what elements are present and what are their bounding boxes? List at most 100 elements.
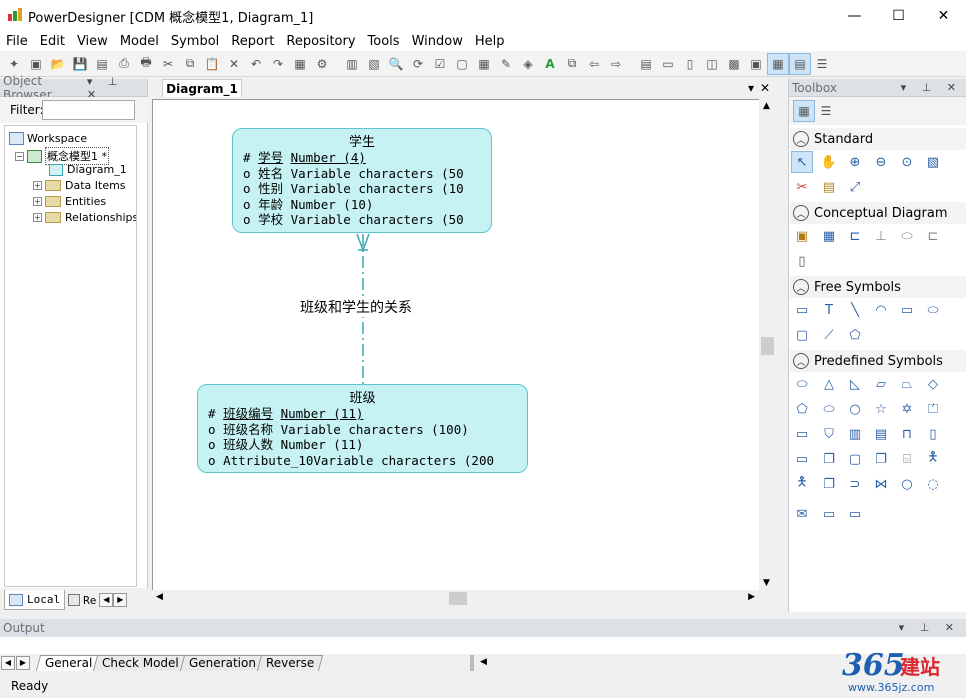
output-icon[interactable]: ▭ <box>657 53 679 75</box>
bomb-icon[interactable]: ◌ <box>922 473 944 495</box>
chevron-icon[interactable]: ⊃ <box>844 473 866 495</box>
open-icon[interactable]: 📂 <box>47 53 69 75</box>
relationship-icon[interactable]: ⊏ <box>844 225 866 247</box>
menu-edit[interactable]: Edit <box>34 34 71 49</box>
expand-icon[interactable]: + <box>33 213 42 222</box>
tab-last-icon[interactable]: ▶ <box>16 656 30 670</box>
collapse-icon[interactable]: ︿ <box>793 131 809 147</box>
collapse-icon[interactable]: − <box>15 151 24 161</box>
text-icon[interactable]: ▤ <box>789 52 811 75</box>
expand-icon[interactable]: + <box>33 181 42 190</box>
ellipse-icon[interactable]: ⬭ <box>922 299 944 321</box>
toolbox-section-predefined[interactable]: ︿ Predefined Symbols <box>790 350 966 372</box>
rounded-shape-icon[interactable]: ⬭ <box>791 373 813 395</box>
zoom-in-icon[interactable]: ⊕ <box>844 151 866 173</box>
menu-help[interactable]: Help <box>469 34 511 49</box>
pentagon-icon[interactable]: ⬠ <box>791 398 813 420</box>
title-icon[interactable]: ▭ <box>791 299 813 321</box>
card-icon[interactable]: ▭ <box>844 503 866 525</box>
forward-icon[interactable]: ⇨ <box>605 53 627 75</box>
toolbox-section-standard[interactable]: ︿ Standard <box>790 128 966 150</box>
association-link-icon[interactable]: ⊏ <box>922 225 944 247</box>
person-icon[interactable]: 🯅 <box>791 473 813 495</box>
fill-color-icon[interactable]: ◈ <box>517 53 539 75</box>
diamond-icon[interactable]: ◇ <box>922 373 944 395</box>
bowtie-icon[interactable]: ⋈ <box>870 473 892 495</box>
report-icon[interactable]: ☑ <box>429 53 451 75</box>
horizontal-scrollbar[interactable]: ◀ ▶ <box>152 590 759 607</box>
panel-controls-icon[interactable]: ▾ ⊥ ✕ <box>899 621 960 634</box>
tab-check-model[interactable]: Check Model <box>93 655 189 671</box>
scroll-right-icon[interactable]: ▶ <box>748 592 755 602</box>
shield-icon[interactable]: ⛉ <box>818 423 840 445</box>
vertical-scrollbar[interactable]: ▲ ▼ <box>759 99 776 590</box>
pointer-icon[interactable]: ↖ <box>791 151 813 173</box>
horizontal-scroll-thumb[interactable] <box>449 592 467 605</box>
find-icon[interactable]: 🔍 <box>385 53 407 75</box>
result-list-icon[interactable]: ▯ <box>679 53 701 75</box>
maximize-button[interactable]: ☐ <box>876 0 921 31</box>
undo-icon[interactable]: ↶ <box>245 53 267 75</box>
document-shape-icon[interactable]: ▯ <box>922 423 944 445</box>
trapezoid-icon[interactable]: ⏢ <box>896 373 918 395</box>
menu-repository[interactable]: Repository <box>280 34 361 49</box>
toolbox-toggle-icon[interactable]: ▦ <box>767 52 789 75</box>
tree-data-items[interactable]: + Data Items <box>33 179 126 192</box>
menu-symbol[interactable]: Symbol <box>165 34 225 49</box>
tree-diagram[interactable]: Diagram_1 <box>49 163 127 176</box>
toolbox-section-conceptual[interactable]: ︿ Conceptual Diagram <box>790 202 966 224</box>
tab-reverse[interactable]: Reverse <box>256 655 324 671</box>
tab-repository[interactable]: Re <box>65 590 99 610</box>
check-model-icon[interactable]: ⚙ <box>311 53 333 75</box>
box3d-icon[interactable]: ▭ <box>791 423 813 445</box>
save-all-icon[interactable]: ▤ <box>91 53 113 75</box>
toolbox-section-free[interactable]: ︿ Free Symbols <box>790 276 966 298</box>
star6-icon[interactable]: ✡ <box>896 398 918 420</box>
diagram-window-controls-icon[interactable]: ▾✕ <box>748 81 776 95</box>
link-icon[interactable]: ⤢ <box>844 176 866 198</box>
hexagon-icon[interactable]: ⬭ <box>818 398 840 420</box>
properties-icon[interactable]: ▦ <box>289 53 311 75</box>
splitter[interactable] <box>470 655 474 671</box>
print-icon[interactable]: 🖶 <box>135 53 157 75</box>
open-diagram-icon[interactable]: ⊙ <box>896 151 918 173</box>
menu-report[interactable]: Report <box>225 34 280 49</box>
rectangle-icon[interactable]: ▭ <box>896 299 918 321</box>
print-preview-icon[interactable]: ⎙ <box>113 53 135 75</box>
model-icon[interactable]: ▥ <box>341 53 363 75</box>
package-icon[interactable]: ▧ <box>363 53 385 75</box>
arc-icon[interactable]: ◠ <box>870 299 892 321</box>
line-color-icon[interactable]: ✎ <box>495 53 517 75</box>
entity-student[interactable]: 学生 # 学号 Number (4) o 姓名 Variable charact… <box>232 128 492 233</box>
entity-class[interactable]: 班级 # 班级编号 Number (11) o 班级名称 Variable ch… <box>197 384 528 473</box>
menu-file[interactable]: File <box>0 34 34 49</box>
grabber-icon[interactable]: ✋ <box>818 151 840 173</box>
preview-icon[interactable]: ▣ <box>745 53 767 75</box>
balloon-icon[interactable]: ○ <box>896 473 918 495</box>
back-icon[interactable]: ⇦ <box>583 53 605 75</box>
tree-relationships[interactable]: + Relationships <box>33 211 136 224</box>
stack-icon[interactable]: ❐ <box>818 448 840 470</box>
save-icon[interactable]: 💾 <box>69 53 91 75</box>
new-icon[interactable]: ✦ <box>3 53 25 75</box>
shadow-icon[interactable]: ▢ <box>451 53 473 75</box>
expand-icon[interactable]: + <box>33 197 42 206</box>
tab-generation[interactable]: Generation <box>179 655 266 671</box>
window-shape-icon[interactable]: ▤ <box>870 423 892 445</box>
polyline-icon[interactable]: ⟋ <box>818 324 840 346</box>
tab-diagram[interactable]: Diagram_1 <box>162 79 242 97</box>
envelope-icon[interactable]: ✉ <box>791 503 813 525</box>
file-icon[interactable]: ▯ <box>791 250 813 272</box>
package-icon[interactable]: ▣ <box>791 225 813 247</box>
right-triangle-icon[interactable]: ◺ <box>844 373 866 395</box>
zoom-out-icon[interactable]: ⊖ <box>870 151 892 173</box>
star-icon[interactable]: ☆ <box>870 398 892 420</box>
output-scroll-left-icon[interactable]: ◀ <box>480 657 487 667</box>
scroll-left-icon[interactable]: ◀ <box>156 592 163 602</box>
cube-icon[interactable]: ▢ <box>844 448 866 470</box>
redo-icon[interactable]: ↷ <box>267 53 289 75</box>
tab-shape-icon[interactable]: ⏍ <box>922 398 944 420</box>
tab-general[interactable]: General <box>35 655 102 671</box>
refresh-icon[interactable]: ⟳ <box>407 53 429 75</box>
minimize-button[interactable]: — <box>832 0 877 31</box>
